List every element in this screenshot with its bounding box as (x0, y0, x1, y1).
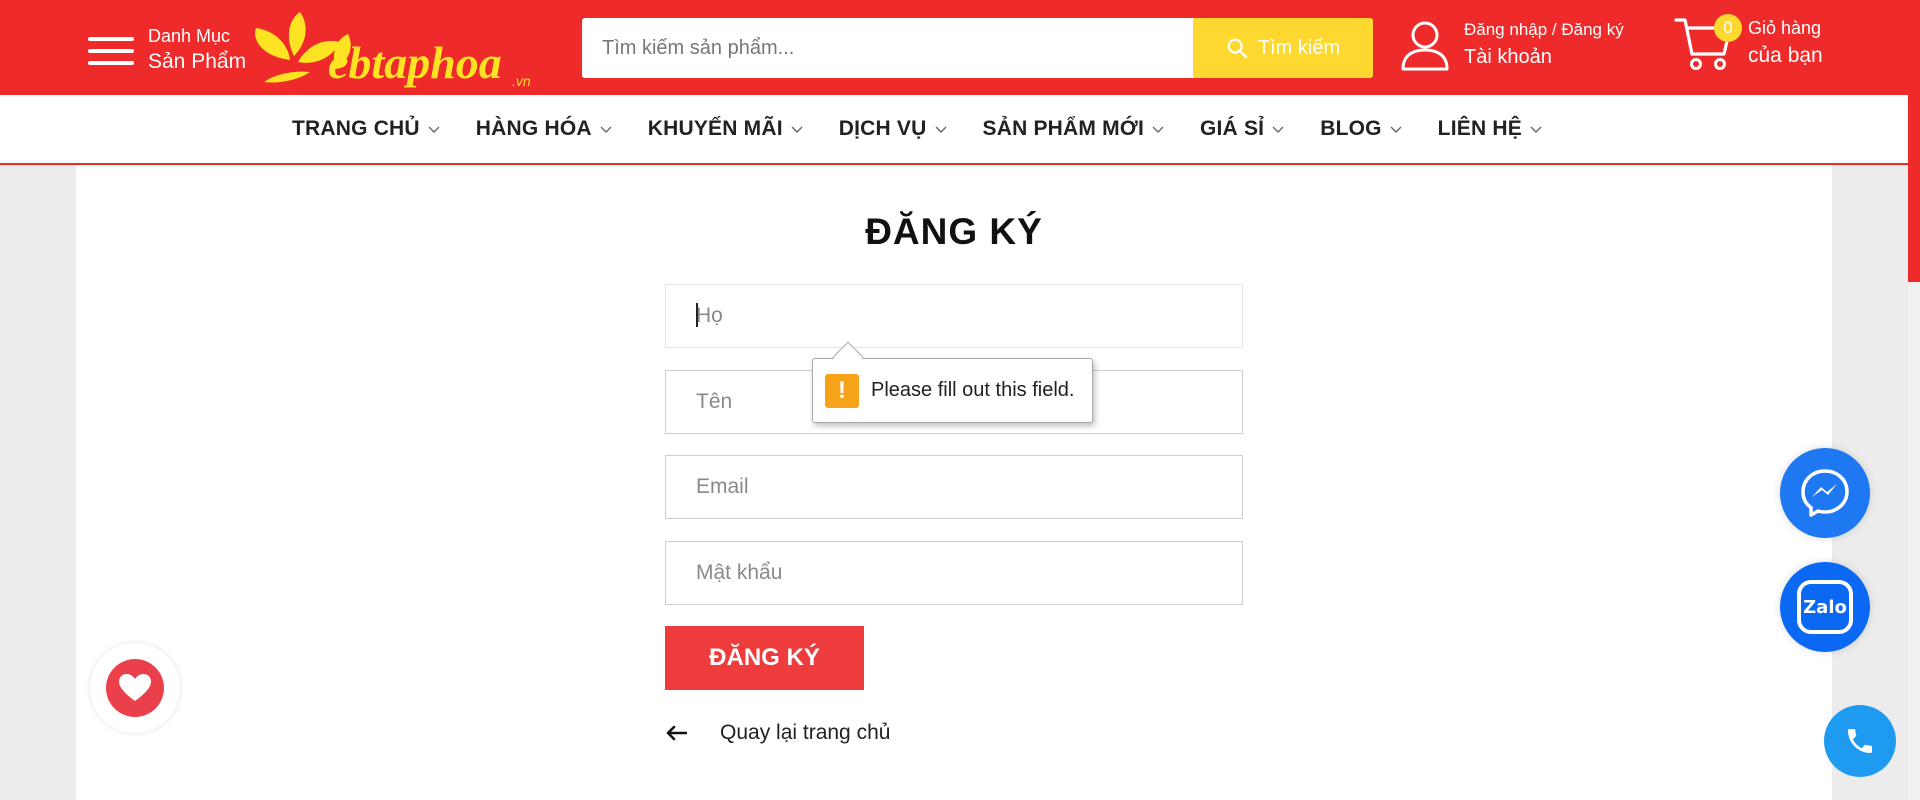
zalo-label: Zalo (1803, 596, 1847, 618)
search-icon (1227, 38, 1248, 59)
search-input[interactable] (582, 18, 1193, 78)
chevron-down-icon (1152, 126, 1164, 133)
page-title: ĐĂNG KÝ (865, 211, 1043, 252)
wishlist-badge (106, 659, 164, 717)
cart-label-line2: của bạn (1748, 43, 1823, 67)
nav-item-trang-chu[interactable]: TRANG CHỦ (292, 117, 440, 141)
register-panel: ĐĂNG KÝ ĐĂNG KÝ Quay lại trang chủ (76, 165, 1832, 800)
register-button[interactable]: ĐĂNG KÝ (665, 626, 864, 690)
cart-link[interactable]: 0 Giỏ hàng của bạn (1674, 14, 1823, 72)
arrow-left-icon (666, 725, 687, 741)
main-nav-list: TRANG CHỦ HÀNG HÓA KHUYẾN MÃI DỊCH VỤ SẢ… (292, 95, 1578, 163)
warning-icon: ! (825, 373, 859, 408)
chevron-down-icon (1390, 126, 1402, 133)
chevron-down-icon (1530, 126, 1542, 133)
account-login-register[interactable]: Đăng nhập / Đăng ký (1464, 18, 1624, 43)
heart-icon (119, 674, 151, 701)
text-caret (696, 303, 698, 327)
back-to-home-label: Quay lại trang chủ (720, 721, 891, 744)
category-menu-label: Danh Mục Sản Phẩm (148, 24, 246, 77)
nav-item-label: LIÊN HỆ (1437, 117, 1522, 140)
phone-icon (1848, 729, 1872, 753)
chevron-down-icon (428, 126, 440, 133)
chevron-down-icon (935, 126, 946, 133)
nav-item-san-pham-moi[interactable]: SẢN PHẨM MỚI (983, 117, 1164, 141)
nav-item-label: DỊCH VỤ (838, 117, 927, 140)
page-scrollbar[interactable] (1908, 0, 1920, 800)
zalo-chat-button[interactable]: Zalo (1780, 562, 1870, 652)
account-label: Tài khoản (1464, 45, 1552, 68)
account-link[interactable]: Đăng nhập / Đăng ký Tài khoản (1400, 18, 1624, 72)
chevron-down-icon (791, 126, 803, 133)
messenger-chat-button[interactable] (1780, 448, 1870, 538)
nav-item-gia-si[interactable]: GIÁ SỈ (1200, 117, 1284, 141)
phone-call-button[interactable] (1824, 705, 1896, 777)
category-menu-line1: Danh Mục (148, 26, 231, 46)
nav-item-hang-hoa[interactable]: HÀNG HÓA (476, 117, 612, 141)
nav-item-label: KHUYẾN MÃI (647, 117, 783, 140)
validation-message: Please fill out this field. (871, 379, 1075, 401)
cart-count-badge: 0 (1714, 14, 1742, 42)
logo-text: ebtaphoa (328, 37, 502, 88)
password-field[interactable] (665, 541, 1243, 605)
nav-item-label: GIÁ SỈ (1199, 117, 1265, 140)
cart-icon-wrap: 0 (1674, 14, 1742, 72)
search-button[interactable]: Tìm kiếm (1193, 18, 1373, 78)
search-button-label: Tìm kiếm (1257, 36, 1341, 59)
nav-item-label: TRANG CHỦ (292, 117, 420, 140)
nav-item-label: SẢN PHẨM MỚI (982, 117, 1144, 140)
zalo-icon: Zalo (1797, 580, 1853, 634)
nav-item-khuyen-mai[interactable]: KHUYẾN MÃI (648, 117, 803, 141)
scrollbar-thumb[interactable] (1908, 0, 1920, 282)
wishlist-button[interactable] (90, 643, 180, 733)
messenger-icon (1801, 469, 1849, 517)
chevron-down-icon (600, 126, 612, 133)
nav-item-lien-he[interactable]: LIÊN HỆ (1438, 117, 1542, 141)
site-header: Danh Mục Sản Phẩm ebtaphoa .vn Tìm kiếm … (0, 0, 1908, 95)
back-to-home-link[interactable]: Quay lại trang chủ (665, 721, 890, 745)
nav-item-label: HÀNG HÓA (475, 117, 592, 140)
category-menu-toggle[interactable]: Danh Mục Sản Phẩm (88, 24, 246, 77)
category-menu-line2: Sản Phẩm (148, 50, 247, 74)
last-name-field[interactable] (665, 284, 1243, 348)
site-logo[interactable]: ebtaphoa .vn (250, 10, 555, 88)
logo-suffix: .vn (512, 73, 531, 88)
hamburger-icon (88, 31, 134, 69)
user-icon (1401, 21, 1449, 71)
main-nav: TRANG CHỦ HÀNG HÓA KHUYẾN MÃI DỊCH VỤ SẢ… (0, 95, 1908, 165)
chevron-down-icon (1272, 126, 1284, 133)
validation-tooltip: ! Please fill out this field. (812, 341, 1093, 423)
cart-label-line1: Giỏ hàng (1748, 17, 1822, 38)
nav-item-label: BLOG (1320, 117, 1382, 140)
nav-item-dich-vu[interactable]: DỊCH VỤ (839, 117, 947, 141)
nav-item-blog[interactable]: BLOG (1320, 117, 1402, 141)
search-bar: Tìm kiếm (582, 18, 1373, 78)
email-field[interactable] (665, 455, 1243, 519)
